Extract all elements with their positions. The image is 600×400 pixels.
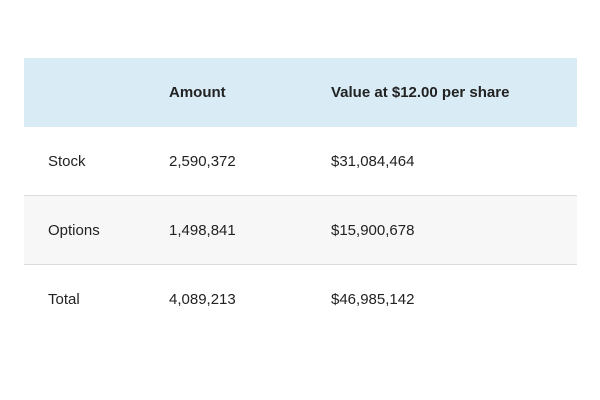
share-value-table: Amount Value at $12.00 per share Stock 2… [24, 58, 577, 333]
row-value: $31,084,464 [331, 152, 415, 170]
table-header: Amount Value at $12.00 per share [24, 58, 577, 127]
row-value: $15,900,678 [331, 221, 415, 239]
share-value-table-container: Amount Value at $12.00 per share Stock 2… [24, 58, 577, 333]
table-row-stock: Stock 2,590,372 $31,084,464 [24, 127, 577, 196]
row-label: Total [48, 290, 80, 308]
header-cell-value: Value at $12.00 per share [331, 84, 510, 101]
table-row-options: Options 1,498,841 $15,900,678 [24, 195, 577, 265]
row-amount: 2,590,372 [169, 152, 236, 170]
row-value: $46,985,142 [331, 290, 415, 308]
header-cell-amount: Amount [169, 84, 226, 101]
table-row-total: Total 4,089,213 $46,985,142 [24, 265, 577, 334]
header-cell-label [24, 58, 169, 127]
row-amount: 1,498,841 [169, 221, 236, 239]
row-amount: 4,089,213 [169, 290, 236, 308]
row-label: Options [48, 221, 100, 239]
table-body: Stock 2,590,372 $31,084,464 Options 1,49… [24, 127, 577, 333]
row-label: Stock [48, 152, 86, 170]
header-row: Amount Value at $12.00 per share [24, 58, 577, 127]
